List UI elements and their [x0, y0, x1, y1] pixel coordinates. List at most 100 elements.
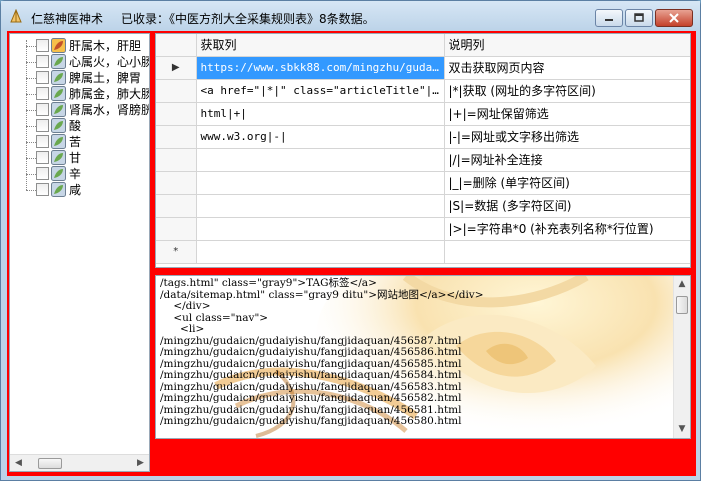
desc-cell[interactable]: |*|获取 (网址的多字符区间): [444, 79, 690, 103]
tree-item[interactable]: 酸: [10, 118, 149, 134]
grid-new-row[interactable]: *: [156, 240, 690, 264]
tree-item[interactable]: 心属火，心小肠: [10, 54, 150, 70]
tree-item-label: 酸: [69, 119, 82, 133]
row-header[interactable]: [156, 102, 197, 126]
tree-connector: [26, 126, 36, 127]
minimize-button[interactable]: [595, 9, 623, 27]
desc-cell[interactable]: 双击获取网页内容: [444, 56, 690, 80]
fetch-cell[interactable]: [196, 148, 445, 172]
herb-leaf-icon: [51, 118, 66, 133]
scroll-left-icon[interactable]: ◀: [10, 455, 27, 471]
app-window: 仁慈神医神术 已收录：《中医方剂大全采集规则表》8条数据。 肝属木，肝胆 心属火，心…: [0, 0, 701, 481]
output-text: /tags.html" class="gray9">TAG标签</a>/data…: [160, 277, 484, 428]
title-bar[interactable]: 仁慈神医神术 已收录：《中医方剂大全采集规则表》8条数据。: [1, 1, 700, 31]
tree-item-checkbox[interactable]: [36, 87, 49, 100]
scroll-right-icon[interactable]: ▶: [132, 455, 149, 471]
scroll-thumb[interactable]: [676, 296, 688, 314]
grid-row[interactable]: |/|=网址补全连接: [156, 148, 690, 172]
tree-item-label: 肝属木，肝胆: [69, 39, 142, 53]
herb-leaf-icon: [51, 86, 66, 101]
desc-cell[interactable]: |+|=网址保留筛选: [444, 102, 690, 126]
tree-item[interactable]: 肾属水，肾膀胱: [10, 102, 150, 118]
column-header-fetch[interactable]: 获取列: [196, 34, 445, 57]
tree-item-checkbox[interactable]: [36, 183, 49, 196]
html-output-textbox[interactable]: /tags.html" class="gray9">TAG标签</a>/data…: [155, 275, 691, 439]
output-line: /mingzhu/gudaicn/gudaiyishu/fangjidaquan…: [160, 369, 462, 381]
grid-row[interactable]: <a href="|*|" class="articleTitle"|*| |*|…: [156, 79, 690, 103]
fetch-cell[interactable]: [196, 171, 445, 195]
output-line: </div>: [160, 300, 211, 312]
row-header[interactable]: [156, 79, 197, 103]
tree-item-label: 咸: [69, 183, 82, 197]
tree-connector: [26, 94, 36, 95]
column-header-desc[interactable]: 说明列: [444, 34, 690, 57]
scroll-down-icon[interactable]: ▼: [674, 421, 690, 438]
row-header[interactable]: [156, 217, 197, 241]
grid-row[interactable]: ▶ https://www.sbkk88.com/mingzhu/gudaic..…: [156, 56, 690, 80]
tree-item-label: 心属火，心小肠: [69, 55, 150, 69]
tree-item-checkbox[interactable]: [36, 151, 49, 164]
grid-row[interactable]: |>|=字符串*0 (补充表列名称*行位置): [156, 217, 690, 241]
desc-cell[interactable]: |_|=删除 (单字符区间): [444, 171, 690, 195]
record-info: 已收录：《中医方剂大全采集规则表》8条数据。: [121, 12, 375, 26]
desc-cell[interactable]: [444, 240, 690, 264]
grid-row[interactable]: html|+| |+|=网址保留筛选: [156, 102, 690, 126]
tree-item[interactable]: 脾属土，脾胃: [10, 70, 149, 86]
fetch-cell[interactable]: [196, 240, 445, 264]
tree-item-label: 肾属水，肾膀胱: [69, 103, 150, 117]
tree-item[interactable]: 辛: [10, 166, 149, 182]
tree-item[interactable]: 咸: [10, 182, 149, 198]
fetch-cell[interactable]: [196, 217, 445, 241]
row-header[interactable]: [156, 148, 197, 172]
tree-item[interactable]: 肝属木，肝胆: [10, 38, 149, 54]
scroll-up-icon[interactable]: ▲: [674, 276, 690, 293]
output-line: <ul class="nav">: [160, 311, 269, 324]
tree-horizontal-scrollbar[interactable]: ◀ ▶: [10, 454, 149, 471]
tree-item-checkbox[interactable]: [36, 71, 49, 84]
tree-connector: [26, 190, 36, 191]
tree-connector: [26, 78, 36, 79]
tree-item-checkbox[interactable]: [36, 55, 49, 68]
close-button[interactable]: [655, 9, 693, 27]
grid-row[interactable]: |_|=删除 (单字符区间): [156, 171, 690, 195]
desc-cell[interactable]: |>|=字符串*0 (补充表列名称*行位置): [444, 217, 690, 241]
row-header[interactable]: ▶: [156, 56, 197, 80]
maximize-button[interactable]: [625, 9, 653, 27]
desc-cell[interactable]: |/|=网址补全连接: [444, 148, 690, 172]
row-header[interactable]: [156, 194, 197, 218]
scroll-thumb[interactable]: [38, 458, 62, 469]
tree-connector: [26, 46, 36, 47]
tree-item-checkbox[interactable]: [36, 135, 49, 148]
fetch-cell[interactable]: [196, 194, 445, 218]
desc-cell[interactable]: |-|=网址或文字移出筛选: [444, 125, 690, 149]
tree-connector: [26, 62, 36, 63]
output-line: /mingzhu/gudaicn/gudaiyishu/fangjidaquan…: [160, 392, 462, 404]
category-tree[interactable]: 肝属木，肝胆 心属火，心小肠 脾属土，脾胃 肺属金，肺大肠 肾属水，肾膀胱酸苦甘辛咸 ◀…: [9, 33, 150, 472]
row-header[interactable]: *: [156, 240, 197, 264]
output-line: /mingzhu/gudaicn/gudaiyishu/fangjidaquan…: [160, 415, 462, 427]
herb-leaf-icon: [51, 150, 66, 165]
tree-item-checkbox[interactable]: [36, 39, 49, 52]
fetch-cell[interactable]: html|+|: [196, 102, 445, 126]
tree-item[interactable]: 肺属金，肺大肠: [10, 86, 149, 102]
tree-item[interactable]: 苦: [10, 134, 149, 150]
fetch-cell[interactable]: https://www.sbkk88.com/mingzhu/gudaic...: [196, 56, 445, 80]
tree-item[interactable]: 甘: [10, 150, 149, 166]
output-line: <li>: [160, 323, 205, 335]
row-header[interactable]: [156, 125, 197, 149]
tree-item-label: 甘: [69, 151, 82, 165]
desc-cell[interactable]: |S|=数据 (多字符区间): [444, 194, 690, 218]
rule-grid[interactable]: 获取列 说明列 ▶ https://www.sbkk88.com/mingzhu/…: [155, 33, 691, 268]
fetch-cell[interactable]: <a href="|*|" class="articleTitle"|*|: [196, 79, 445, 103]
output-vertical-scrollbar[interactable]: ▲ ▼: [673, 276, 690, 438]
herb-leaf-icon: [51, 134, 66, 149]
tree-item-label: 辛: [69, 167, 82, 181]
grid-row[interactable]: www.w3.org|-| |-|=网址或文字移出筛选: [156, 125, 690, 149]
row-header[interactable]: [156, 171, 197, 195]
tree-item-checkbox[interactable]: [36, 167, 49, 180]
tree-item-label: 脾属土，脾胃: [69, 71, 142, 85]
tree-item-checkbox[interactable]: [36, 103, 49, 116]
grid-row[interactable]: |S|=数据 (多字符区间): [156, 194, 690, 218]
fetch-cell[interactable]: www.w3.org|-|: [196, 125, 445, 149]
tree-item-checkbox[interactable]: [36, 119, 49, 132]
